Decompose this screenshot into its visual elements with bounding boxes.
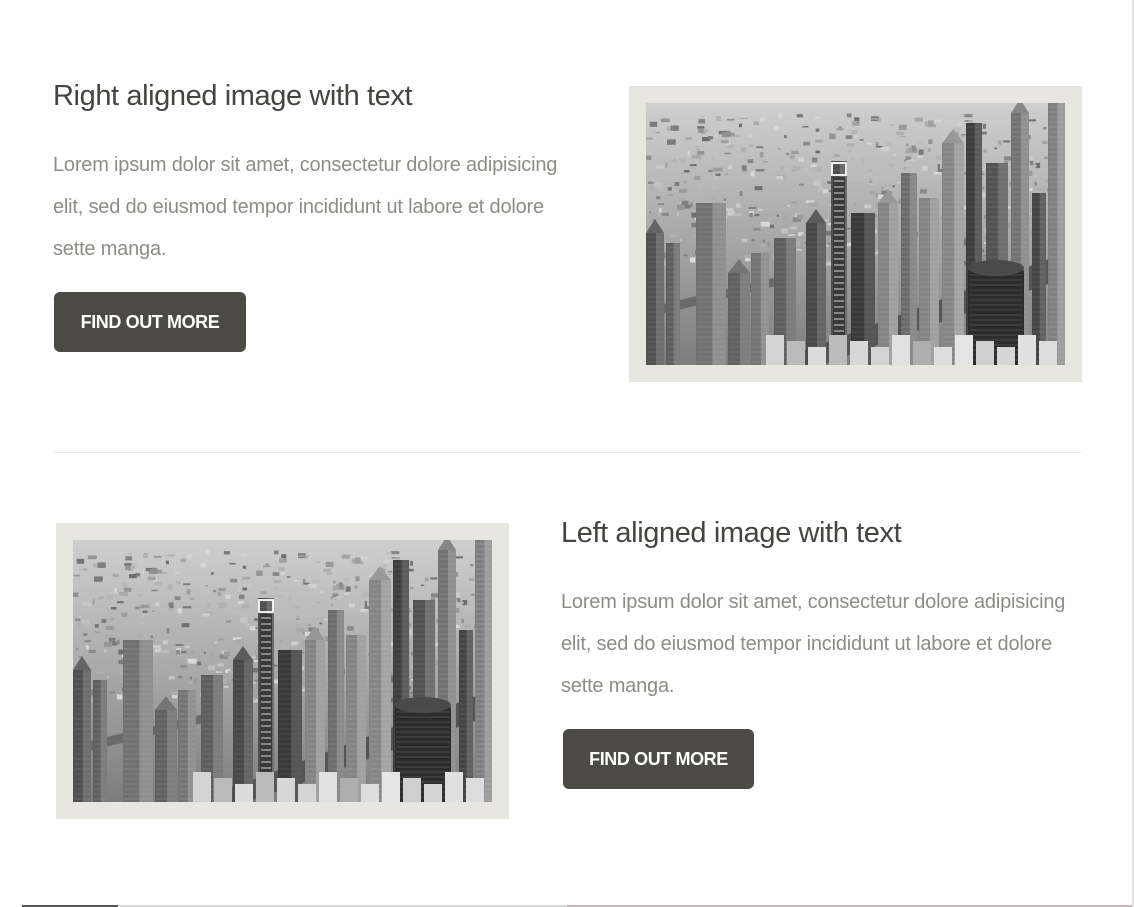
right-aligned-section: Right aligned image with text Lorem ipsu…: [0, 0, 1134, 420]
left-aligned-section: Left aligned image with text Lorem ipsum…: [0, 455, 1134, 875]
section-heading: Left aligned image with text: [561, 517, 902, 549]
find-out-more-button[interactable]: FIND OUT MORE: [563, 729, 754, 789]
city-skyline-image: [646, 103, 1065, 365]
city-skyline-image: [73, 540, 492, 802]
image-frame: [56, 523, 509, 819]
section-heading: Right aligned image with text: [53, 80, 413, 112]
section-divider: [54, 452, 1081, 453]
find-out-more-button[interactable]: FIND OUT MORE: [54, 292, 246, 352]
image-frame: [629, 86, 1082, 382]
section-body-text: Lorem ipsum dolor sit amet, consectetur …: [53, 154, 558, 260]
section-body-text: Lorem ipsum dolor sit amet, consectetur …: [561, 591, 1066, 697]
